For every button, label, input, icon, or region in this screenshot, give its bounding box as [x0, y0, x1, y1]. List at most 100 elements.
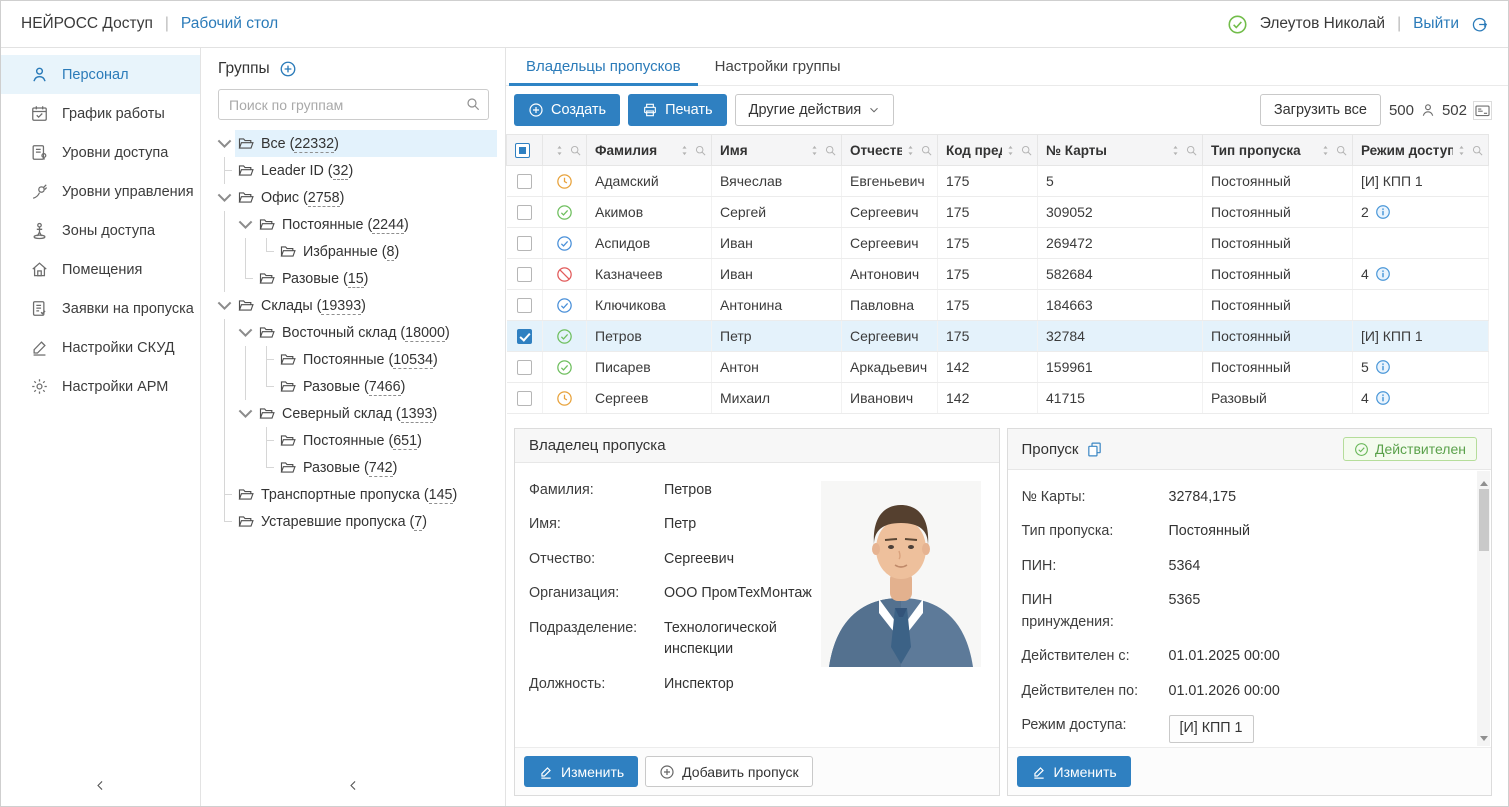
tree-node-count[interactable]: 2244: [372, 217, 404, 234]
info-icon[interactable]: [1375, 359, 1391, 375]
tree-expand-toggle[interactable]: [235, 319, 256, 346]
search-icon[interactable]: [824, 144, 837, 157]
tree-node-content[interactable]: Устаревшие пропуска (7): [235, 508, 497, 535]
table-row[interactable]: АкимовСергейСергеевич175309052Постоянный…: [507, 197, 1489, 228]
tree-node-count[interactable]: 32: [333, 163, 349, 180]
select-all-checkbox[interactable]: [515, 143, 530, 158]
tab-pass-owners[interactable]: Владельцы пропусков: [509, 48, 698, 85]
tree-node-count[interactable]: 742: [369, 460, 393, 477]
tree-node-count[interactable]: 7: [414, 514, 422, 531]
tree-expand-toggle[interactable]: [214, 130, 235, 157]
tree-expand-toggle[interactable]: [235, 400, 256, 427]
sort-icon[interactable]: [1004, 144, 1017, 157]
sort-icon[interactable]: [808, 144, 821, 157]
search-icon[interactable]: [1471, 144, 1484, 157]
sidebar-item-work-schedule[interactable]: График работы: [1, 94, 200, 133]
sidebar-item-arm-settings[interactable]: Настройки АРМ: [1, 367, 200, 406]
tree-node[interactable]: Устаревшие пропуска (7): [214, 508, 497, 535]
tree-node-content[interactable]: Постоянные (10534): [277, 346, 497, 373]
tab-group-settings[interactable]: Настройки группы: [698, 48, 858, 85]
sort-icon[interactable]: [904, 144, 917, 157]
logout-icon[interactable]: [1471, 16, 1488, 33]
tree-node[interactable]: Офис (2758): [214, 184, 497, 211]
search-icon[interactable]: [1020, 144, 1033, 157]
owner-edit-button[interactable]: Изменить: [524, 756, 638, 787]
sort-icon[interactable]: [1319, 144, 1332, 157]
sidebar-item-rooms[interactable]: Помещения: [1, 250, 200, 289]
tree-node[interactable]: Leader ID (32): [214, 157, 497, 184]
tree-node-count[interactable]: 1393: [401, 406, 433, 423]
row-checkbox[interactable]: [517, 236, 532, 251]
scroll-up-arrow[interactable]: [1477, 473, 1490, 487]
pass-edit-button[interactable]: Изменить: [1017, 756, 1131, 787]
sort-icon[interactable]: [1169, 144, 1182, 157]
table-row[interactable]: ПисаревАнтонАркадьевич142159961Постоянны…: [507, 352, 1489, 383]
row-checkbox[interactable]: [517, 205, 532, 220]
search-icon[interactable]: [694, 144, 707, 157]
logout-link[interactable]: Выйти: [1413, 15, 1459, 33]
sidebar-item-pass-requests[interactable]: Заявки на пропуска: [1, 289, 200, 328]
tree-node-content[interactable]: Разовые (742): [277, 454, 497, 481]
tree-node-count[interactable]: 2758: [308, 190, 340, 207]
tree-node-count[interactable]: 15: [348, 271, 364, 288]
tree-node-content[interactable]: Избранные (8): [277, 238, 497, 265]
scroll-down-arrow[interactable]: [1477, 730, 1490, 744]
tree-node[interactable]: Избранные (8): [214, 238, 497, 265]
copy-icon[interactable]: [1086, 441, 1103, 458]
row-checkbox[interactable]: [517, 360, 532, 375]
tree-node-content[interactable]: Разовые (15): [256, 265, 497, 292]
row-checkbox[interactable]: [517, 174, 532, 189]
tree-node-content[interactable]: Офис (2758): [235, 184, 497, 211]
tree-node-content[interactable]: Постоянные (651): [277, 427, 497, 454]
pass-scrollbar[interactable]: [1477, 471, 1490, 746]
tree-node-count[interactable]: 145: [429, 487, 453, 504]
table-row[interactable]: КазначеевИванАнтонович175582684Постоянны…: [507, 259, 1489, 290]
tree-node-content[interactable]: Leader ID (32): [235, 157, 497, 184]
table-row[interactable]: АспидовИванСергеевич175269472Постоянный: [507, 228, 1489, 259]
tree-node[interactable]: Разовые (15): [214, 265, 497, 292]
tree-node[interactable]: Постоянные (651): [214, 427, 497, 454]
tree-node[interactable]: Разовые (7466): [214, 373, 497, 400]
tree-node-count[interactable]: 22332: [294, 136, 334, 153]
tree-node-content[interactable]: Транспортные пропуска (145): [235, 481, 497, 508]
tree-node-content[interactable]: Склады (19393): [235, 292, 497, 319]
tree-node[interactable]: Склады (19393): [214, 292, 497, 319]
tree-node-content[interactable]: Северный склад (1393): [256, 400, 497, 427]
row-checkbox[interactable]: [517, 267, 532, 282]
info-icon[interactable]: [1375, 204, 1391, 220]
table-row[interactable]: АдамскийВячеславЕвгеньевич1755Постоянный…: [507, 166, 1489, 197]
add-pass-button[interactable]: Добавить пропуск: [645, 756, 812, 787]
tree-node-count[interactable]: 10534: [393, 352, 433, 369]
workspace-link[interactable]: Рабочий стол: [181, 15, 278, 33]
sidebar-item-access-zones[interactable]: Зоны доступа: [1, 211, 200, 250]
table-row[interactable]: ПетровПетрСергеевич17532784Постоянный[И]…: [507, 321, 1489, 352]
groups-collapse-button[interactable]: [201, 764, 505, 806]
search-icon[interactable]: [569, 144, 582, 157]
info-icon[interactable]: [1375, 266, 1391, 282]
tree-node[interactable]: Постоянные (10534): [214, 346, 497, 373]
tree-node-count[interactable]: 8: [387, 244, 395, 261]
create-button[interactable]: Создать: [514, 94, 620, 126]
sidebar-item-skd-settings[interactable]: Настройки СКУД: [1, 328, 200, 367]
tree-node-content[interactable]: Разовые (7466): [277, 373, 497, 400]
row-checkbox[interactable]: [517, 329, 532, 344]
tree-node[interactable]: Постоянные (2244): [214, 211, 497, 238]
search-icon[interactable]: [1335, 144, 1348, 157]
tree-node-count[interactable]: 7466: [369, 379, 401, 396]
tree-node-count[interactable]: 19393: [321, 298, 361, 315]
tree-node-count[interactable]: 18000: [405, 325, 445, 342]
scroll-thumb[interactable]: [1479, 489, 1489, 551]
tree-node-count[interactable]: 651: [393, 433, 417, 450]
table-row[interactable]: КлючиковаАнтонинаПавловна175184663Постоя…: [507, 290, 1489, 321]
row-checkbox[interactable]: [517, 391, 532, 406]
tree-expand-toggle[interactable]: [235, 211, 256, 238]
tree-node[interactable]: Транспортные пропуска (145): [214, 481, 497, 508]
search-icon[interactable]: [465, 96, 481, 112]
sort-icon[interactable]: [553, 144, 566, 157]
row-checkbox[interactable]: [517, 298, 532, 313]
tree-node-content[interactable]: Восточный склад (18000): [256, 319, 497, 346]
search-icon[interactable]: [920, 144, 933, 157]
tree-node[interactable]: Все (22332): [214, 130, 497, 157]
more-actions-button[interactable]: Другие действия: [735, 94, 895, 126]
sidebar-collapse-button[interactable]: [1, 764, 200, 806]
